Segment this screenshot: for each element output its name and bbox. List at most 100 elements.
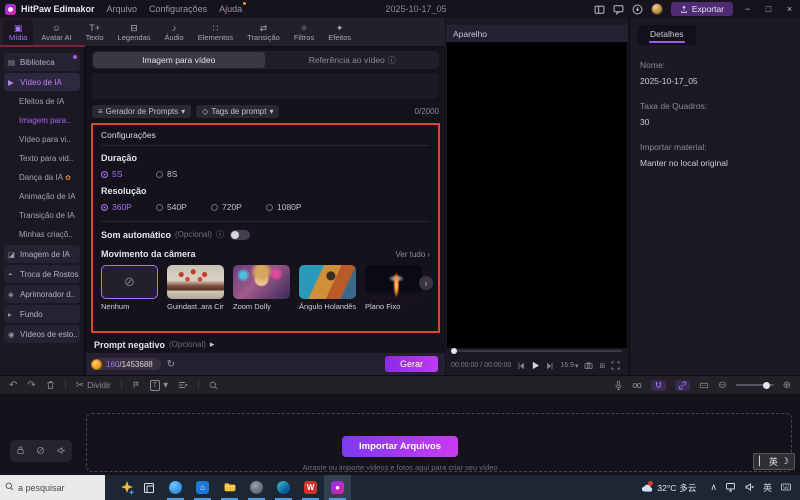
- taskbar-app-edge[interactable]: [270, 475, 297, 500]
- timeline-zoom-slider[interactable]: [735, 381, 774, 389]
- prompt-generator-button[interactable]: ≡ Gerador de Prompts ▾: [92, 104, 192, 118]
- menu-arquivo[interactable]: Arquivo: [107, 4, 138, 14]
- record-voiceover-mic-icon[interactable]: [614, 380, 623, 391]
- track-hide-icon[interactable]: [36, 446, 45, 457]
- taskbar-app-file-explorer[interactable]: [216, 475, 243, 500]
- generate-button[interactable]: Gerar: [384, 356, 438, 372]
- sidebar-item-texto-para-video[interactable]: Texto para vid..: [4, 150, 80, 167]
- storyboard-view-icon[interactable]: [699, 381, 709, 390]
- radio-360p[interactable]: 360P: [101, 202, 156, 212]
- camera-card-angulo-holandes[interactable]: Ângulo Holandês: [299, 265, 356, 311]
- sidebar-item-video-para-video[interactable]: Vídeo para vi..: [4, 131, 80, 148]
- aspect-ratio-selector[interactable]: 16:9 ▾: [560, 362, 578, 370]
- negative-prompt-row[interactable]: Prompt negativo (Opcional) ▸: [94, 338, 437, 351]
- scrubber-handle[interactable]: [451, 348, 457, 354]
- zoom-slider-handle[interactable]: [762, 381, 770, 389]
- radio-5s[interactable]: 5S: [101, 169, 156, 179]
- tab-midia[interactable]: ▣ Mídia: [3, 18, 34, 46]
- see-all-link[interactable]: Ver tudo ›: [396, 250, 430, 259]
- maximize-button[interactable]: □: [762, 4, 775, 14]
- import-files-button[interactable]: Importar Arquivos: [342, 436, 458, 457]
- sidebar-item-aprimorador[interactable]: ◈ Aprimorador d..: [4, 285, 80, 303]
- search-highlights-icon[interactable]: [119, 480, 135, 496]
- feedback-icon[interactable]: [613, 4, 624, 15]
- tab-audio[interactable]: ♪ Áudio: [159, 19, 190, 46]
- ime-status-float[interactable]: ▏ 英 ☽: [752, 453, 795, 470]
- sidebar-item-imagem-de-ia[interactable]: ◪ Imagem de IA: [4, 245, 80, 263]
- sidebar-item-transicao-de-ia[interactable]: Transição de IA: [4, 207, 80, 224]
- auto-sound-toggle[interactable]: [229, 229, 250, 240]
- radio-1080p[interactable]: 1080P: [266, 202, 321, 212]
- camera-card-plano-fixo[interactable]: Plano Fixo: [365, 265, 422, 311]
- minimize-button[interactable]: −: [741, 4, 754, 14]
- tab-transicao[interactable]: ⇄ Transição: [241, 19, 286, 46]
- delete-empty-tracks-icon[interactable]: [178, 380, 188, 390]
- ime-language-tray[interactable]: 英: [763, 481, 772, 494]
- sidebar-item-troca-de-rostos[interactable]: ◓ Troca de Rostos: [4, 265, 80, 283]
- menu-configuracoes[interactable]: Configurações: [149, 4, 207, 14]
- magnet-snap-icon[interactable]: [651, 379, 667, 391]
- tab-elementos[interactable]: ∷ Elementos: [192, 19, 239, 46]
- sidebar-item-videos-de-estoque[interactable]: ◉ Vídeos de esto..: [4, 325, 80, 343]
- camera-card-guindaste[interactable]: Guindast..ara Cima: [167, 265, 224, 311]
- sidebar-item-video-de-ia[interactable]: ▶ Vídeo de IA: [4, 73, 80, 91]
- taskbar-app-wps[interactable]: W: [297, 475, 324, 500]
- volume-muted-tray-icon[interactable]: [744, 482, 755, 494]
- export-button[interactable]: Exportar: [670, 2, 733, 16]
- sidebar-item-fundo[interactable]: ▸ Fundo: [4, 305, 80, 323]
- tab-imagem-para-video[interactable]: Imagem para vídeo: [93, 52, 265, 68]
- refresh-credits-icon[interactable]: ↻: [167, 359, 175, 370]
- display-tray-icon[interactable]: [725, 482, 736, 494]
- tab-avatar-ai[interactable]: ☺ Avatar AI: [35, 19, 77, 46]
- carousel-next-button[interactable]: ›: [419, 276, 433, 290]
- radio-720p[interactable]: 720P: [211, 202, 266, 212]
- prompt-input[interactable]: [92, 73, 439, 99]
- user-avatar[interactable]: [650, 3, 663, 15]
- playback-scrubber[interactable]: [451, 348, 622, 354]
- prompt-tags-button[interactable]: ◇ Tags de prompt ▾: [196, 104, 280, 118]
- tab-filtros[interactable]: ✧ Filtros: [288, 19, 320, 46]
- tab-referencia-ao-video[interactable]: Referência ao vídeo ⓘ: [267, 52, 439, 68]
- layout-panels-icon[interactable]: [594, 4, 605, 15]
- sidebar-item-imagem-para-video[interactable]: Imagem para..: [4, 112, 80, 129]
- undo-icon[interactable]: ↶: [9, 380, 17, 391]
- close-button[interactable]: ×: [783, 4, 796, 14]
- taskbar-app-gimp[interactable]: [243, 475, 270, 500]
- camera-card-zoom-dolly[interactable]: Zoom Dolly: [233, 265, 290, 311]
- track-lock-icon[interactable]: [16, 445, 25, 457]
- radio-8s[interactable]: 8S: [156, 169, 211, 179]
- tab-detalhes[interactable]: Detalhes: [638, 25, 696, 45]
- touch-keyboard-tray-icon[interactable]: [780, 482, 792, 494]
- text-tool-button[interactable]: T ▾: [149, 379, 168, 391]
- sidebar-item-animacao-de-ia[interactable]: Animação de IA: [4, 188, 80, 205]
- download-icon[interactable]: [632, 4, 643, 15]
- track-mute-icon[interactable]: [56, 446, 66, 457]
- zoom-in-icon[interactable]: ⊕: [783, 380, 791, 391]
- camera-card-nenhum[interactable]: ⊘ Nenhum: [101, 265, 158, 311]
- task-view-button[interactable]: [135, 475, 162, 500]
- crop-grid-icon[interactable]: ⊞: [599, 362, 605, 370]
- marker-icon[interactable]: [132, 380, 140, 390]
- sidebar-item-efeitos-de-ia[interactable]: Efeitos de IA: [4, 93, 80, 110]
- previous-frame-button[interactable]: [517, 362, 525, 370]
- preview-video-canvas[interactable]: [447, 42, 627, 348]
- sidebar-item-danca-da-ia[interactable]: Dança da IA ✿: [4, 169, 80, 186]
- tab-efeitos[interactable]: ✦ Efeitos: [322, 19, 357, 46]
- next-frame-button[interactable]: [546, 362, 554, 370]
- menu-ajuda[interactable]: Ajuda: [219, 2, 247, 14]
- play-button[interactable]: [531, 361, 540, 370]
- redo-icon[interactable]: ↷: [27, 380, 35, 391]
- zoom-to-fit-icon[interactable]: [209, 381, 218, 390]
- tab-legendas[interactable]: ⊟ Legendas: [112, 19, 157, 46]
- auto-ripple-icon[interactable]: [632, 381, 642, 390]
- taskbar-weather[interactable]: 32°C 多云: [640, 480, 696, 494]
- sidebar-item-minhas-criacoes[interactable]: Minhas criaçõ..: [4, 226, 80, 243]
- fullscreen-icon[interactable]: [611, 361, 620, 370]
- taskbar-app-edimakor[interactable]: ●: [324, 475, 351, 500]
- sidebar-item-biblioteca[interactable]: ▤ Biblioteca: [4, 53, 80, 71]
- split-button[interactable]: ✂ Dividir: [76, 380, 111, 391]
- snapshot-camera-icon[interactable]: [584, 361, 593, 370]
- show-hidden-icons[interactable]: ∧: [710, 482, 717, 493]
- taskbar-app-store[interactable]: ⌂: [189, 475, 216, 500]
- taskbar-app-qq[interactable]: [162, 475, 189, 500]
